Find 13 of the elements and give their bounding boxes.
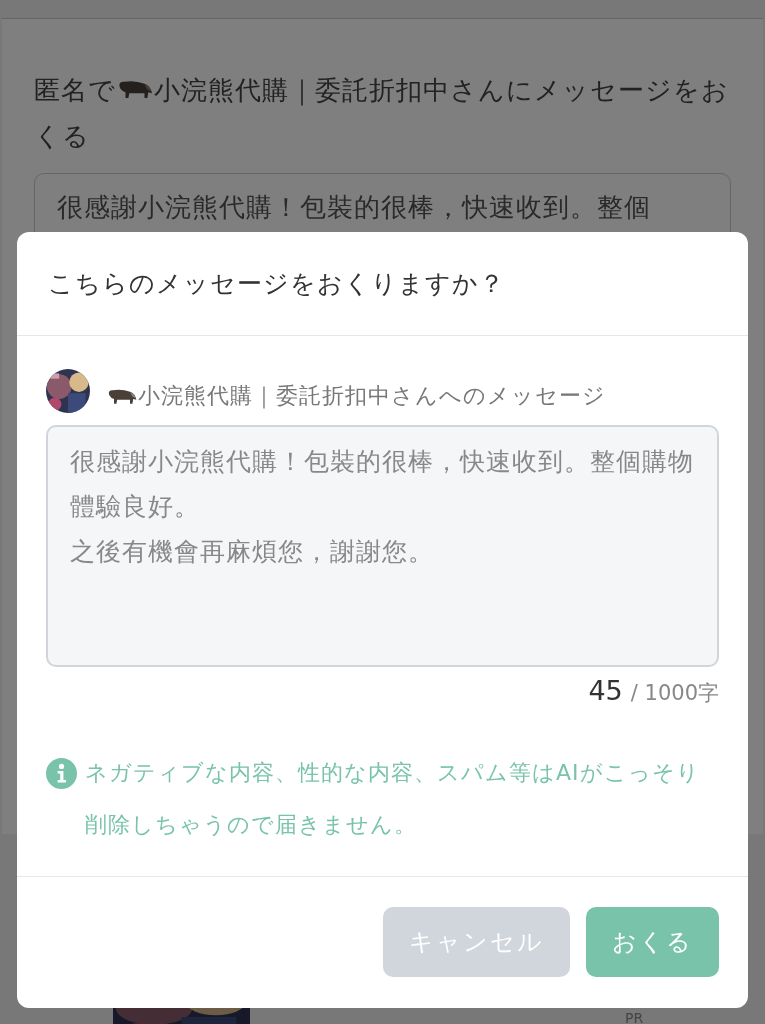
message-field[interactable]: 很感謝小浣熊代購！包裝的很棒，快速收到。整個購物體驗良好。 之後有機會再麻煩您，謝謝您。 [46, 425, 719, 667]
notice-text: ネガティブな内容、性的な内容、スパム等はAIがこっそり削除しちゃうので届きません。 [85, 759, 701, 839]
character-count: 45 [588, 675, 623, 706]
message-line: 很感謝小浣熊代購！包裝的很棒，快速收到。整個購物體驗良好。 [70, 446, 695, 523]
dialog-title: こちらのメッセージをおくりますか？ [48, 268, 505, 300]
recipient-label: 小浣熊代購｜委託折扣中さんへのメッセージ [106, 381, 606, 411]
raccoon-icon [106, 387, 138, 405]
info-icon [46, 758, 77, 789]
send-button[interactable]: おくる [586, 907, 719, 977]
page-title: 匿名で 小浣熊代購｜委託折扣中さんにメッセージをおくる [34, 74, 730, 153]
message-line: 之後有機會再麻煩您，謝謝您。 [70, 536, 435, 568]
character-limit: / 1000字 [630, 680, 719, 707]
raccoon-icon [116, 78, 154, 99]
